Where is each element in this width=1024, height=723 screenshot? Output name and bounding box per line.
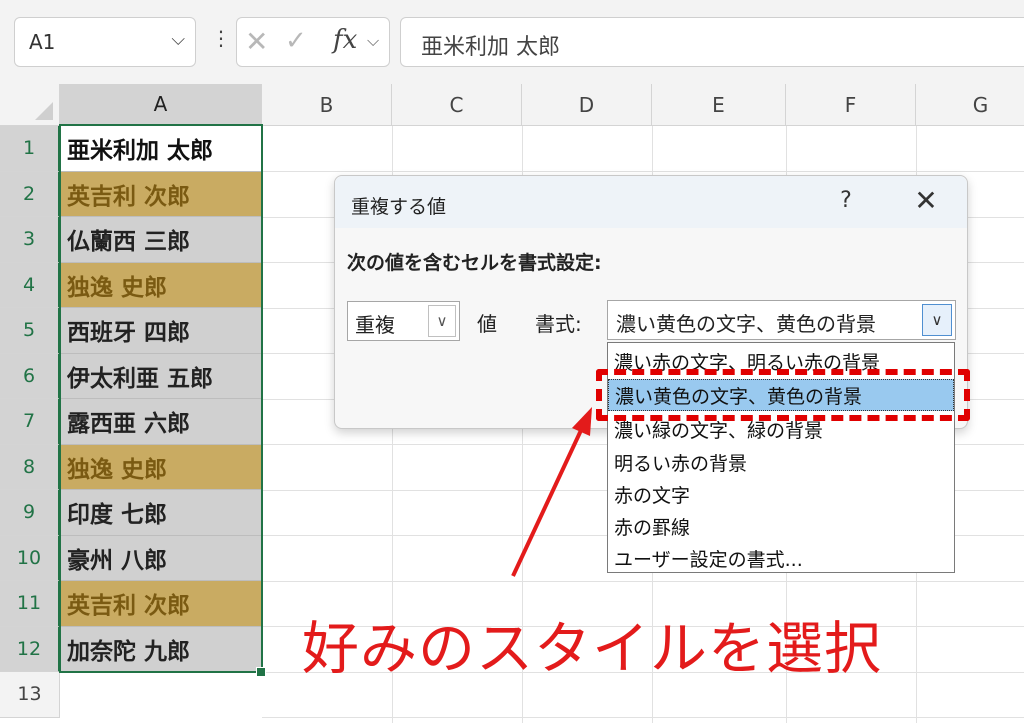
cell-a2[interactable]: 英吉利 次郎 <box>61 171 261 217</box>
chevron-down-icon[interactable]: ⌵ <box>367 31 379 51</box>
row-header-3[interactable]: 3 <box>0 217 60 263</box>
column-header-e[interactable]: E <box>652 84 786 126</box>
name-box-value: A1 <box>29 30 56 54</box>
cell-a4[interactable]: 独逸 史郎 <box>61 262 261 308</box>
check-icon[interactable]: ✓ <box>285 26 307 56</box>
duplicate-type-select[interactable]: 重複 ∨ <box>347 301 460 341</box>
value-label: 値 <box>477 312 497 336</box>
duplicate-type-value: 重複 <box>355 313 395 337</box>
chevron-down-icon[interactable]: ∨ <box>922 304 952 336</box>
fill-handle[interactable] <box>256 667 266 677</box>
row-header-6[interactable]: 6 <box>0 353 60 399</box>
column-header-f[interactable]: F <box>786 84 916 126</box>
row-header-13[interactable]: 13 <box>0 672 60 718</box>
select-all-button[interactable] <box>0 84 60 126</box>
highlight-box <box>596 369 970 421</box>
cell-a11[interactable]: 英吉利 次郎 <box>61 581 261 627</box>
format-option[interactable]: 明るい赤の背景 <box>608 446 954 478</box>
row-header-1[interactable]: 1 <box>0 126 60 172</box>
close-button[interactable]: ✕ <box>909 184 943 217</box>
dialog-instruction: 次の値を含むセルを書式設定: <box>347 252 602 274</box>
annotation-text: 好みのスタイルを選択 <box>302 616 882 682</box>
format-option[interactable]: ユーザー設定の書式... <box>608 542 954 572</box>
select-all-icon <box>35 102 53 120</box>
cell-a12[interactable]: 加奈陀 九郎 <box>61 626 261 672</box>
cell-a8[interactable]: 独逸 史郎 <box>61 444 261 490</box>
cell-a9[interactable]: 印度 七郎 <box>61 490 261 536</box>
close-icon[interactable]: ✕ <box>245 25 268 58</box>
formula-input[interactable]: 亜米利加 太郎 <box>400 17 1024 67</box>
cell-a5[interactable]: 西班牙 四郎 <box>61 308 261 354</box>
formula-value: 亜米利加 太郎 <box>421 35 560 60</box>
row-header-11[interactable]: 11 <box>0 581 60 627</box>
help-button[interactable]: ? <box>831 188 861 213</box>
row-header-10[interactable]: 10 <box>0 535 60 581</box>
chevron-down-icon[interactable]: ∨ <box>428 305 456 337</box>
format-select[interactable]: 濃い黄色の文字、黄色の背景 ∨ <box>607 300 956 340</box>
dialog-title: 重複する値 <box>351 196 447 218</box>
chevron-down-icon[interactable]: ⌵ <box>171 29 185 50</box>
dialog-titlebar[interactable]: 重複する値 ? ✕ <box>335 176 967 228</box>
row-header-5[interactable]: 5 <box>0 308 60 354</box>
cell-a6[interactable]: 伊太利亜 五郎 <box>61 353 261 399</box>
row-header-9[interactable]: 9 <box>0 490 60 536</box>
format-option[interactable]: 赤の文字 <box>608 478 954 510</box>
format-option[interactable]: 赤の罫線 <box>608 510 954 542</box>
more-options-icon[interactable]: ⋮ <box>211 28 231 48</box>
cell-a7[interactable]: 露西亜 六郎 <box>61 399 261 445</box>
column-header-b[interactable]: B <box>262 84 392 126</box>
cell-a3[interactable]: 仏蘭西 三郎 <box>61 217 261 263</box>
column-header-g[interactable]: G <box>916 84 1024 126</box>
gridline <box>262 717 1024 718</box>
gridline <box>262 581 1024 582</box>
formula-buttons: ✕ ✓ fx ⌵ <box>236 17 390 67</box>
row-header-7[interactable]: 7 <box>0 399 60 445</box>
row-header-4[interactable]: 4 <box>0 262 60 308</box>
column-header-d[interactable]: D <box>522 84 652 126</box>
cell-a1[interactable]: 亜米利加 太郎 <box>61 126 261 172</box>
row-header-12[interactable]: 12 <box>0 626 60 672</box>
formula-bar: A1 ⌵ ⋮ ✕ ✓ fx ⌵ 亜米利加 太郎 <box>0 0 1024 84</box>
format-label: 書式: <box>535 312 582 336</box>
format-select-value: 濃い黄色の文字、黄色の背景 <box>616 312 876 336</box>
name-box[interactable]: A1 ⌵ <box>14 17 196 67</box>
row-header-2[interactable]: 2 <box>0 171 60 217</box>
cell-a10[interactable]: 豪州 八郎 <box>61 535 261 581</box>
column-header-a[interactable]: A <box>60 84 262 126</box>
gridline <box>262 171 1024 172</box>
fx-icon[interactable]: fx <box>333 25 357 55</box>
column-header-c[interactable]: C <box>392 84 522 126</box>
row-header-8[interactable]: 8 <box>0 444 60 490</box>
